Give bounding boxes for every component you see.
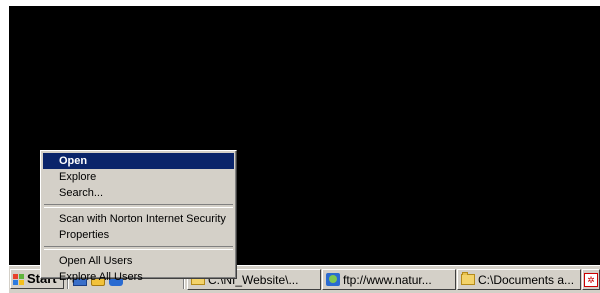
task-button-documents[interactable]: C:\Documents a... xyxy=(457,269,581,290)
internet-explorer-icon xyxy=(326,273,340,286)
menu-item-explore[interactable]: Explore xyxy=(43,169,234,185)
menu-item-explore-all-users[interactable]: Explore All Users xyxy=(43,269,234,285)
menu-separator xyxy=(44,246,233,250)
folder-icon xyxy=(461,272,475,285)
pdf-icon: ✲ xyxy=(584,272,598,287)
menu-item-open[interactable]: Open xyxy=(43,153,234,169)
menu-item-search[interactable]: Search... xyxy=(43,185,234,201)
context-menu: Open Explore Search... Scan with Norton … xyxy=(40,150,237,283)
task-label: ftp://www.natur... xyxy=(343,272,432,287)
menu-item-open-all-users[interactable]: Open All Users xyxy=(43,253,234,269)
menu-separator xyxy=(44,204,233,208)
menu-item-properties[interactable]: Properties xyxy=(43,227,234,243)
menu-item-scan-norton[interactable]: Scan with Norton Internet Security xyxy=(43,211,234,227)
task-button-ftp[interactable]: ftp://www.natur... xyxy=(322,269,456,290)
task-label: C:\Documents a... xyxy=(478,272,575,287)
windows-logo-icon xyxy=(13,273,25,285)
task-button-pdf[interactable]: ✲ xyxy=(582,269,600,290)
